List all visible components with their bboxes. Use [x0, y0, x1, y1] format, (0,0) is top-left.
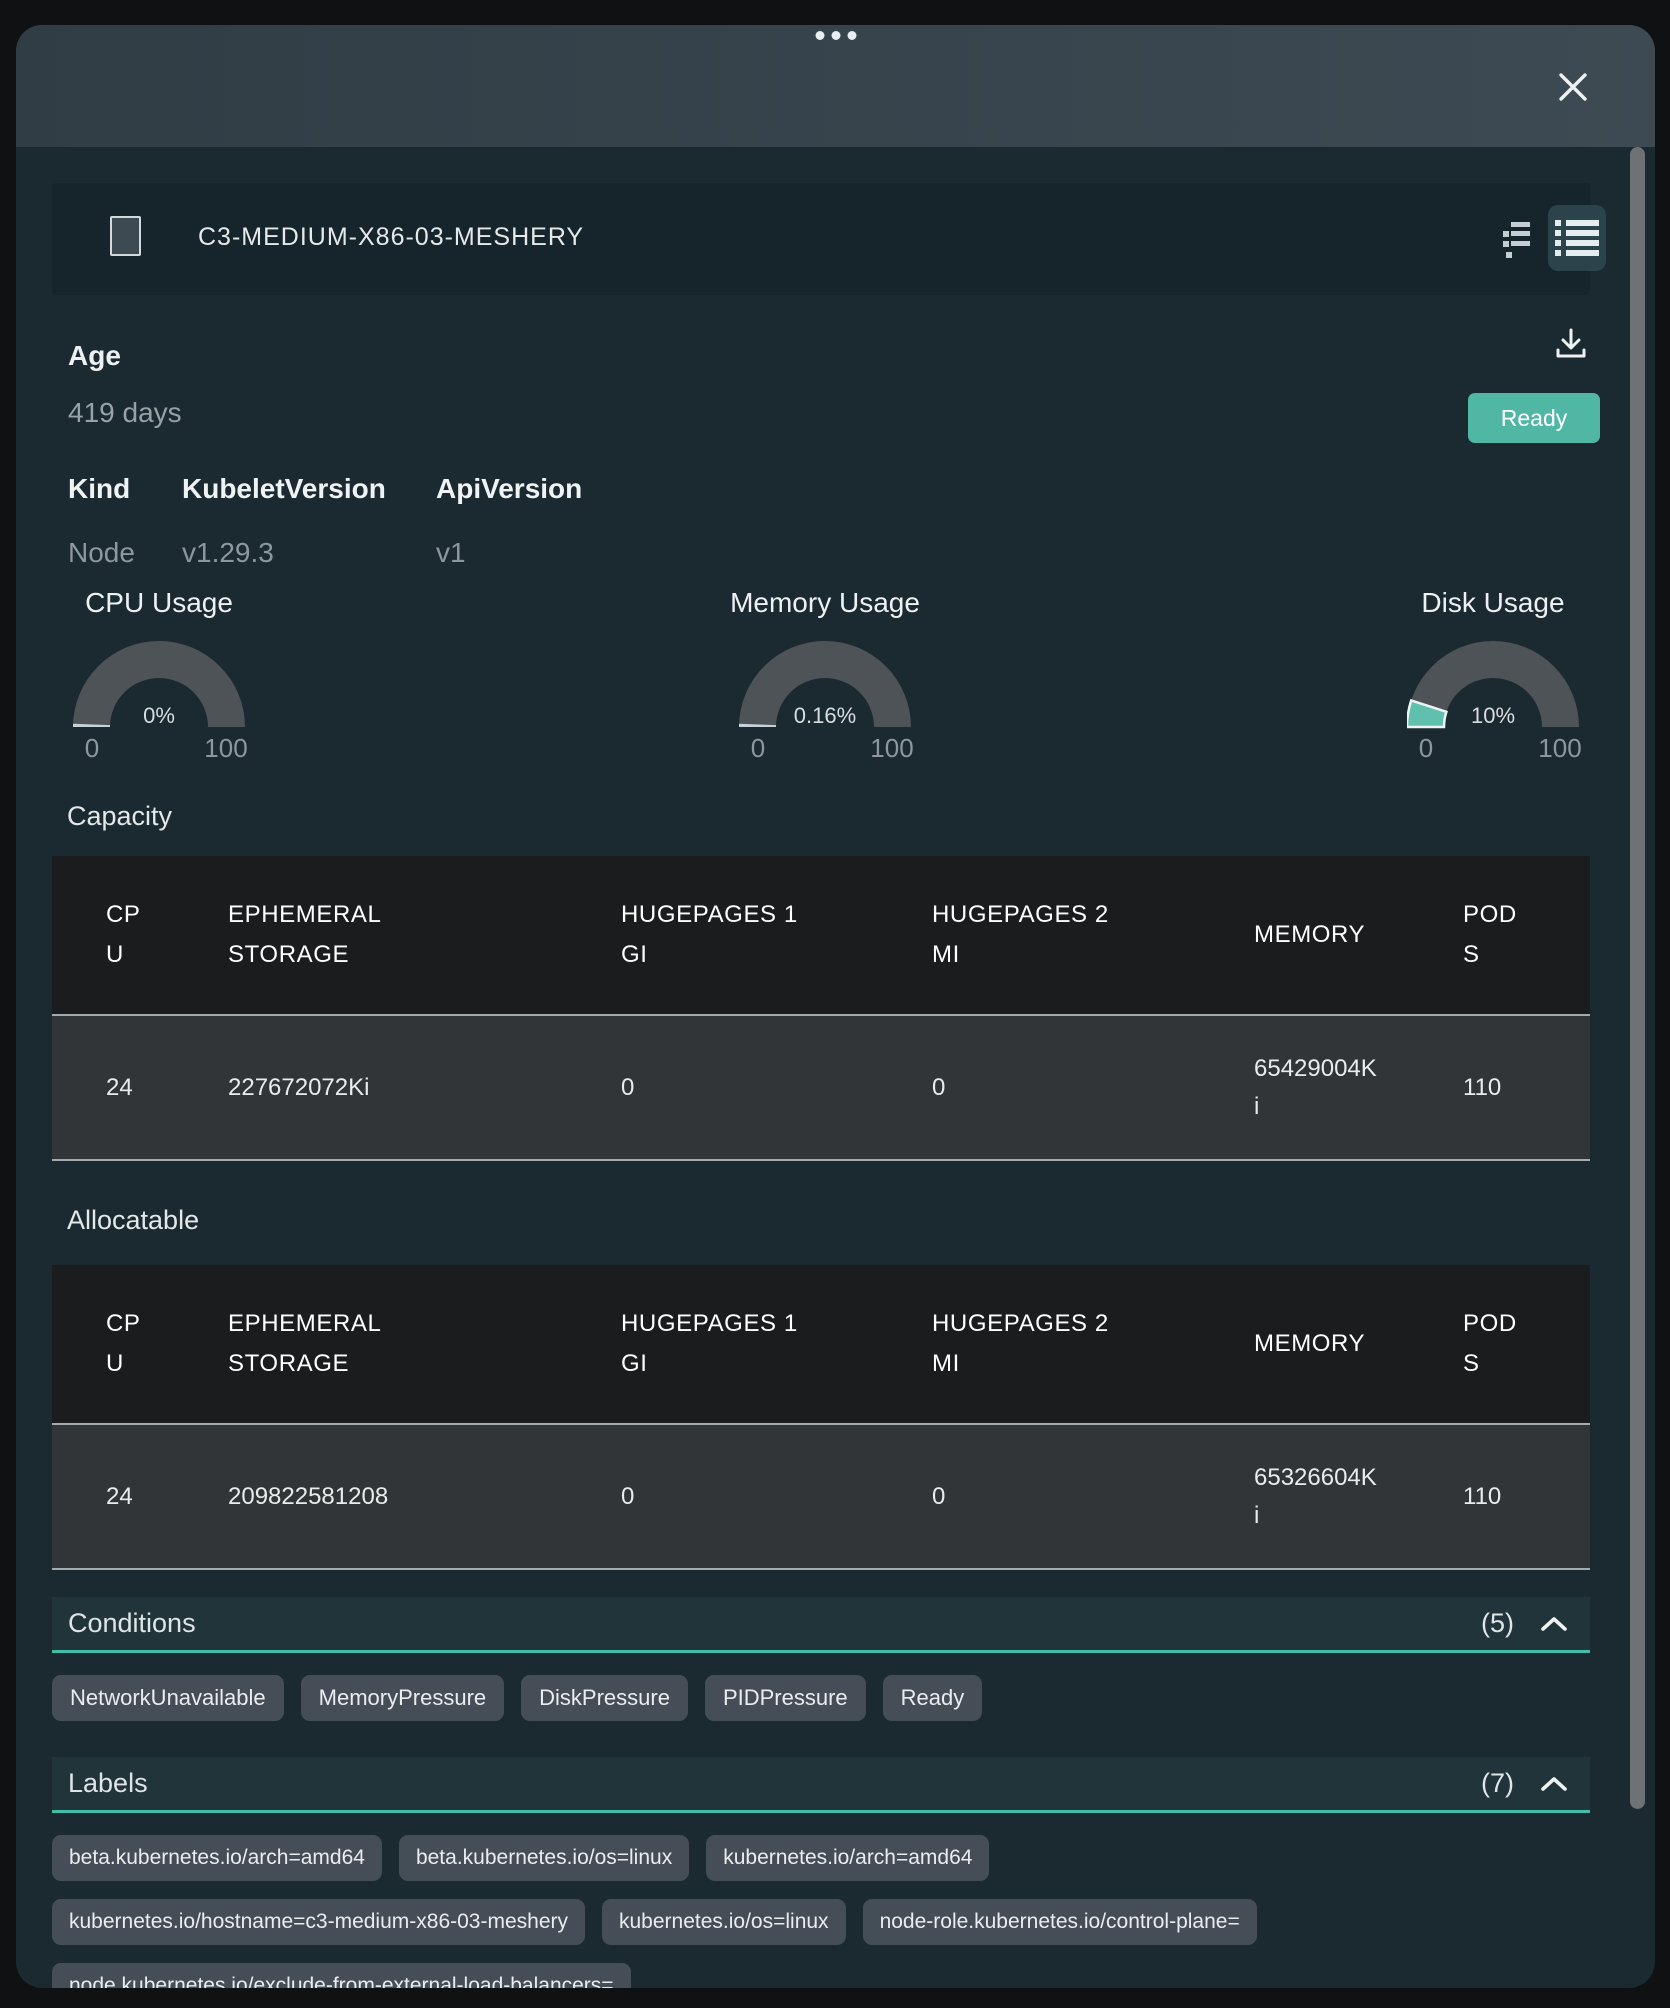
- apiversion-label: ApiVersion: [436, 473, 582, 505]
- col-memory: MEMORY: [1254, 915, 1380, 955]
- apiversion-value: v1: [436, 537, 466, 569]
- label-chip[interactable]: node-role.kubernetes.io/control-plane=: [863, 1899, 1257, 1945]
- cell-cpu: 24: [106, 1069, 154, 1107]
- memory-usage-gauge: Memory Usage 0.16% 0 100: [739, 587, 911, 779]
- gauge-min-label: 0: [1419, 733, 1433, 764]
- disk-usage-gauge: Disk Usage 10% 0 100: [1407, 587, 1579, 779]
- cell-pods: 110: [1463, 1069, 1519, 1107]
- node-name: C3-MEDIUM-X86-03-MESHERY: [198, 223, 584, 252]
- label-chip[interactable]: beta.kubernetes.io/os=linux: [399, 1835, 689, 1881]
- label-chip[interactable]: kubernetes.io/os=linux: [602, 1899, 846, 1945]
- cpu-usage-title: CPU Usage: [85, 587, 233, 619]
- label-chip[interactable]: kubernetes.io/hostname=c3-medium-x86-03-…: [52, 1899, 585, 1945]
- allocatable-table-header: CPU EPHEMERAL STORAGE HUGEPAGES 1 GI HUG…: [52, 1265, 1590, 1423]
- cell-cpu: 24: [106, 1478, 154, 1516]
- node-title-bar: C3-MEDIUM-X86-03-MESHERY: [52, 183, 1590, 295]
- cpu-usage-value: 0%: [73, 703, 245, 729]
- gauge-min-label: 0: [85, 733, 99, 764]
- condition-chip[interactable]: PIDPressure: [705, 1675, 866, 1721]
- dialog-header: [16, 25, 1655, 147]
- details-view-icon[interactable]: [1502, 221, 1532, 261]
- select-node-checkbox[interactable]: [110, 216, 141, 256]
- chevron-up-icon[interactable]: [1540, 1615, 1568, 1633]
- cell-hugepages-2mi: 0: [932, 1069, 1110, 1107]
- col-pods: PODS: [1463, 1304, 1519, 1384]
- gauge-max-label: 100: [870, 733, 913, 764]
- col-ephemeral-storage: EPHEMERAL STORAGE: [228, 1304, 458, 1384]
- labels-chip-row: kubernetes.io/hostname=c3-medium-x86-03-…: [52, 1899, 1257, 1945]
- node-details-dialog: C3-MEDIUM-X86-03-MESHERY: [16, 25, 1655, 1988]
- label-chip[interactable]: kubernetes.io/arch=amd64: [706, 1835, 989, 1881]
- disk-usage-title: Disk Usage: [1421, 587, 1564, 619]
- col-cpu: CPU: [106, 895, 154, 975]
- label-chip[interactable]: node.kubernetes.io/exclude-from-external…: [52, 1963, 631, 1988]
- conditions-chip-list: NetworkUnavailable MemoryPressure DiskPr…: [52, 1675, 982, 1721]
- kubeletversion-value: v1.29.3: [182, 537, 274, 569]
- col-hugepages-2mi: HUGEPAGES 2 MI: [932, 1304, 1110, 1384]
- cell-pods: 110: [1463, 1478, 1519, 1516]
- label-chip[interactable]: beta.kubernetes.io/arch=amd64: [52, 1835, 382, 1881]
- condition-chip[interactable]: NetworkUnavailable: [52, 1675, 284, 1721]
- cell-memory: 65326604Ki: [1254, 1459, 1380, 1535]
- capacity-table: CPU EPHEMERAL STORAGE HUGEPAGES 1 GI HUG…: [52, 856, 1590, 1161]
- chevron-up-icon[interactable]: [1540, 1775, 1568, 1793]
- memory-usage-title: Memory Usage: [730, 587, 920, 619]
- col-hugepages-1gi: HUGEPAGES 1 GI: [621, 895, 799, 975]
- conditions-title: Conditions: [68, 1608, 1481, 1639]
- kind-value: Node: [68, 537, 135, 569]
- status-badge: Ready: [1468, 393, 1600, 443]
- labels-count: (7): [1481, 1768, 1514, 1799]
- col-pods: PODS: [1463, 895, 1519, 975]
- download-icon[interactable]: [1552, 325, 1590, 363]
- disk-usage-value: 10%: [1407, 703, 1579, 729]
- condition-chip[interactable]: MemoryPressure: [301, 1675, 504, 1721]
- cell-hugepages-2mi: 0: [932, 1478, 1110, 1516]
- kind-label: Kind: [68, 473, 130, 505]
- memory-usage-value: 0.16%: [739, 703, 911, 729]
- allocatable-table: CPU EPHEMERAL STORAGE HUGEPAGES 1 GI HUG…: [52, 1265, 1590, 1570]
- close-icon[interactable]: [1555, 69, 1591, 105]
- gauge-max-label: 100: [204, 733, 247, 764]
- gauge-max-label: 100: [1538, 733, 1581, 764]
- list-view-icon[interactable]: [1548, 205, 1606, 271]
- cell-memory: 65429004Ki: [1254, 1050, 1380, 1126]
- labels-section-header[interactable]: Labels (7): [52, 1757, 1590, 1813]
- table-row: 24 209822581208 0 0 65326604Ki 110: [52, 1423, 1590, 1570]
- age-value: 419 days: [68, 397, 182, 429]
- age-label: Age: [68, 340, 121, 372]
- condition-chip[interactable]: Ready: [883, 1675, 983, 1721]
- labels-chip-row: beta.kubernetes.io/arch=amd64 beta.kuber…: [52, 1835, 989, 1881]
- cpu-usage-gauge: CPU Usage 0% 0 100: [73, 587, 245, 779]
- col-hugepages-1gi: HUGEPAGES 1 GI: [621, 1304, 799, 1384]
- labels-chip-row: node.kubernetes.io/exclude-from-external…: [52, 1963, 631, 1988]
- col-memory: MEMORY: [1254, 1324, 1380, 1364]
- conditions-count: (5): [1481, 1608, 1514, 1639]
- table-row: 24 227672072Ki 0 0 65429004Ki 110: [52, 1014, 1590, 1161]
- allocatable-heading: Allocatable: [67, 1205, 199, 1236]
- conditions-section-header[interactable]: Conditions (5): [52, 1597, 1590, 1653]
- cell-ephemeral-storage: 227672072Ki: [228, 1069, 458, 1107]
- cell-ephemeral-storage: 209822581208: [228, 1478, 458, 1516]
- more-options-icon[interactable]: [815, 31, 856, 40]
- col-cpu: CPU: [106, 1304, 154, 1384]
- gauge-min-label: 0: [751, 733, 765, 764]
- condition-chip[interactable]: DiskPressure: [521, 1675, 688, 1721]
- col-hugepages-2mi: HUGEPAGES 2 MI: [932, 895, 1110, 975]
- capacity-heading: Capacity: [67, 801, 172, 832]
- cell-hugepages-1gi: 0: [621, 1478, 799, 1516]
- cell-hugepages-1gi: 0: [621, 1069, 799, 1107]
- capacity-table-header: CPU EPHEMERAL STORAGE HUGEPAGES 1 GI HUG…: [52, 856, 1590, 1014]
- labels-title: Labels: [68, 1768, 1481, 1799]
- kubeletversion-label: KubeletVersion: [182, 473, 386, 505]
- col-ephemeral-storage: EPHEMERAL STORAGE: [228, 895, 458, 975]
- scrollbar-thumb[interactable]: [1630, 147, 1645, 1809]
